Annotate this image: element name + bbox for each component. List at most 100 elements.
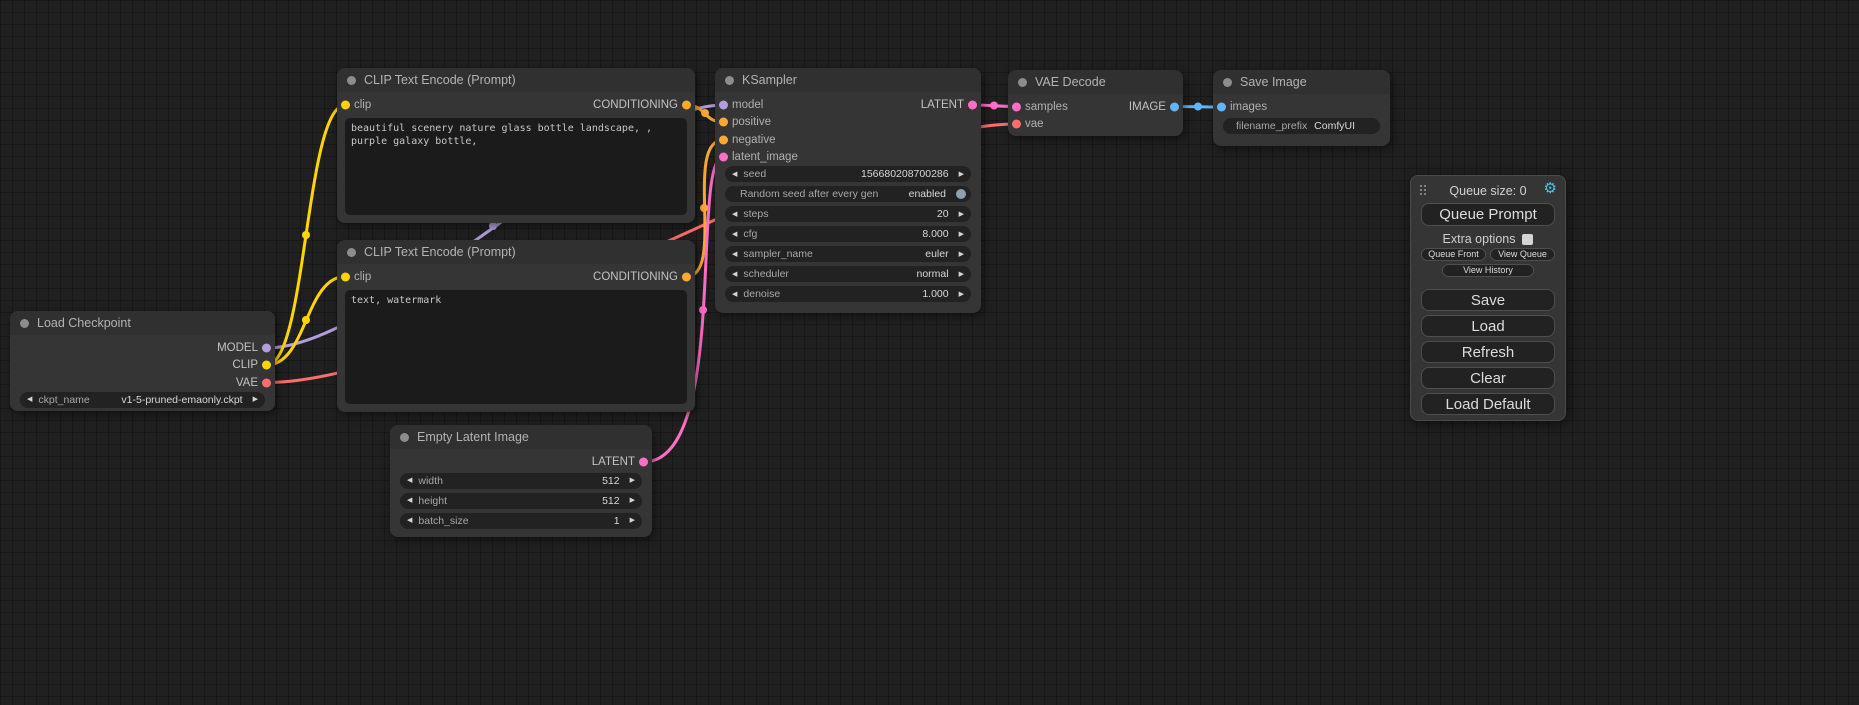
decrement-arrow-icon[interactable]: ◀ (732, 291, 737, 298)
widget-label: ckpt_name (38, 394, 89, 406)
view-history-button[interactable]: View History (1442, 264, 1534, 277)
prompt-textarea[interactable]: beautiful scenery nature glass bottle la… (345, 118, 687, 215)
output-slot-image[interactable] (1170, 102, 1179, 111)
batch-size-widget[interactable]: ◀ batch_size 1 ▶ (400, 513, 642, 529)
decrement-arrow-icon[interactable]: ◀ (407, 477, 412, 484)
node-title-bar[interactable]: VAE Decode (1008, 70, 1183, 94)
input-slot-negative[interactable] (719, 135, 728, 144)
input-slot-clip[interactable] (341, 100, 350, 109)
node-load-checkpoint[interactable]: Load Checkpoint MODEL CLIP VAE ◀ ckpt_na… (10, 311, 275, 411)
node-graph-canvas[interactable]: Load Checkpoint MODEL CLIP VAE ◀ ckpt_na… (0, 0, 1859, 705)
increment-arrow-icon[interactable]: ▶ (253, 396, 258, 403)
slot-row: positive (715, 114, 981, 132)
output-row: CLIP (10, 357, 275, 375)
output-slot-latent[interactable] (639, 457, 648, 466)
widget-value: euler (925, 248, 948, 260)
node-title-bar[interactable]: CLIP Text Encode (Prompt) (337, 240, 695, 264)
increment-arrow-icon[interactable]: ▶ (630, 517, 635, 524)
settings-gear-icon[interactable]: ⚙ (1544, 181, 1557, 196)
decrement-arrow-icon[interactable]: ◀ (732, 171, 737, 178)
input-slot-samples[interactable] (1012, 102, 1021, 111)
input-slot-positive[interactable] (719, 118, 728, 127)
slot-row: clip CONDITIONING (337, 96, 695, 114)
collapse-dot-icon[interactable] (400, 433, 409, 442)
random-seed-toggle-widget[interactable]: Random seed after every gen enabled (725, 186, 971, 202)
node-vae-decode[interactable]: VAE Decode samples IMAGE vae (1008, 70, 1183, 136)
seed-widget[interactable]: ◀ seed 156680208700286 ▶ (725, 166, 971, 182)
height-widget[interactable]: ◀ height 512 ▶ (400, 493, 642, 509)
sampler-name-widget[interactable]: ◀ sampler_name euler ▶ (725, 246, 971, 262)
decrement-arrow-icon[interactable]: ◀ (407, 517, 412, 524)
extra-options-checkbox[interactable] (1522, 234, 1533, 245)
input-slot-latent-image[interactable] (719, 153, 728, 162)
node-clip-text-encode-negative[interactable]: CLIP Text Encode (Prompt) clip CONDITION… (337, 240, 695, 412)
decrement-arrow-icon[interactable]: ◀ (732, 251, 737, 258)
increment-arrow-icon[interactable]: ▶ (959, 171, 964, 178)
input-label: images (1230, 101, 1267, 113)
input-slot-model[interactable] (719, 100, 728, 109)
widget-label: sampler_name (743, 248, 812, 260)
input-slot-images[interactable] (1217, 102, 1226, 111)
load-default-button[interactable]: Load Default (1421, 393, 1555, 415)
clear-button[interactable]: Clear (1421, 367, 1555, 389)
collapse-dot-icon[interactable] (725, 76, 734, 85)
link-midpoint-dot (701, 109, 709, 117)
queue-pill-row: Queue Front View Queue (1421, 248, 1555, 261)
output-slot-conditioning[interactable] (682, 100, 691, 109)
collapse-dot-icon[interactable] (1018, 78, 1027, 87)
increment-arrow-icon[interactable]: ▶ (630, 477, 635, 484)
decrement-arrow-icon[interactable]: ◀ (732, 211, 737, 218)
node-save-image[interactable]: Save Image images filename_prefix ComfyU… (1213, 70, 1390, 146)
node-empty-latent-image[interactable]: Empty Latent Image LATENT ◀ width 512 ▶ … (390, 425, 652, 537)
queue-front-button[interactable]: Queue Front (1421, 248, 1486, 261)
drag-handle-icon[interactable] (1419, 184, 1429, 198)
node-title-bar[interactable]: KSampler (715, 68, 981, 92)
view-queue-button[interactable]: View Queue (1490, 248, 1555, 261)
scheduler-widget[interactable]: ◀ scheduler normal ▶ (725, 266, 971, 282)
node-title-bar[interactable]: CLIP Text Encode (Prompt) (337, 68, 695, 92)
cfg-widget[interactable]: ◀ cfg 8.000 ▶ (725, 226, 971, 242)
load-button[interactable]: Load (1421, 315, 1555, 337)
node-title-bar[interactable]: Save Image (1213, 70, 1390, 94)
node-title-bar[interactable]: Empty Latent Image (390, 425, 652, 449)
toggle-dot-icon[interactable] (956, 189, 966, 199)
increment-arrow-icon[interactable]: ▶ (959, 231, 964, 238)
save-button[interactable]: Save (1421, 289, 1555, 311)
prompt-textarea[interactable]: text, watermark (345, 290, 687, 404)
increment-arrow-icon[interactable]: ▶ (959, 211, 964, 218)
input-slot-vae[interactable] (1012, 120, 1021, 129)
ckpt-name-widget[interactable]: ◀ ckpt_name v1-5-pruned-emaonly.ckpt ▶ (20, 392, 265, 408)
decrement-arrow-icon[interactable]: ◀ (732, 271, 737, 278)
output-slot-latent[interactable] (968, 100, 977, 109)
increment-arrow-icon[interactable]: ▶ (959, 291, 964, 298)
collapse-dot-icon[interactable] (347, 76, 356, 85)
slot-row: model LATENT (715, 96, 981, 114)
steps-widget[interactable]: ◀ steps 20 ▶ (725, 206, 971, 222)
slot-row: negative (715, 131, 981, 149)
node-clip-text-encode-positive[interactable]: CLIP Text Encode (Prompt) clip CONDITION… (337, 68, 695, 223)
node-ksampler[interactable]: KSampler model LATENT positive negative … (715, 68, 981, 313)
input-slot-clip[interactable] (341, 272, 350, 281)
increment-arrow-icon[interactable]: ▶ (959, 251, 964, 258)
node-title-bar[interactable]: Load Checkpoint (10, 311, 275, 335)
output-slot-model[interactable] (262, 343, 271, 352)
link-midpoint-dot (700, 204, 708, 212)
filename-prefix-widget[interactable]: filename_prefix ComfyUI (1223, 118, 1380, 134)
denoise-widget[interactable]: ◀ denoise 1.000 ▶ (725, 286, 971, 302)
width-widget[interactable]: ◀ width 512 ▶ (400, 473, 642, 489)
collapse-dot-icon[interactable] (347, 248, 356, 257)
queue-menu-panel[interactable]: Queue size: 0 ⚙ Queue Prompt Extra optio… (1410, 175, 1566, 421)
increment-arrow-icon[interactable]: ▶ (630, 497, 635, 504)
increment-arrow-icon[interactable]: ▶ (959, 271, 964, 278)
decrement-arrow-icon[interactable]: ◀ (732, 231, 737, 238)
collapse-dot-icon[interactable] (20, 319, 29, 328)
collapse-dot-icon[interactable] (1223, 78, 1232, 87)
refresh-button[interactable]: Refresh (1421, 341, 1555, 363)
output-slot-vae[interactable] (262, 378, 271, 387)
output-slot-conditioning[interactable] (682, 272, 691, 281)
node-title: Load Checkpoint (37, 316, 131, 330)
decrement-arrow-icon[interactable]: ◀ (407, 497, 412, 504)
output-slot-clip[interactable] (262, 361, 271, 370)
decrement-arrow-icon[interactable]: ◀ (27, 396, 32, 403)
queue-prompt-button[interactable]: Queue Prompt (1421, 203, 1555, 226)
